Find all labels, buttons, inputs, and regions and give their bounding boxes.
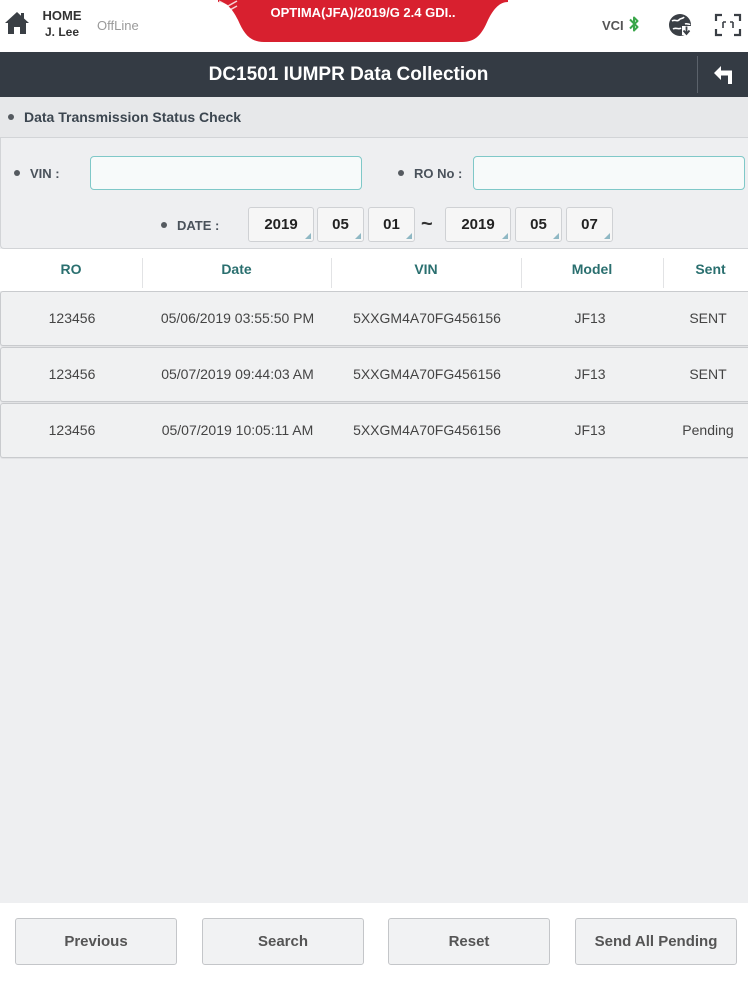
table-row[interactable]: 123456 05/06/2019 03:55:50 PM 5XXGM4A70F… bbox=[0, 291, 748, 346]
cell-ro: 123456 bbox=[48, 422, 96, 438]
ro-bullet bbox=[398, 170, 404, 176]
to-month-value: 05 bbox=[530, 216, 547, 233]
user-name: J. Lee bbox=[44, 25, 80, 39]
cell-date: 05/06/2019 03:55:50 PM bbox=[160, 310, 315, 326]
ro-no-input[interactable] bbox=[473, 156, 745, 190]
chevron-down-icon bbox=[218, 0, 238, 12]
cell-sent: SENT bbox=[689, 310, 727, 326]
section-bullet bbox=[8, 114, 14, 120]
dropdown-corner-icon bbox=[604, 233, 610, 239]
table-row[interactable]: 123456 05/07/2019 09:44:03 AM 5XXGM4A70F… bbox=[0, 347, 748, 402]
globe-download-icon[interactable] bbox=[667, 12, 693, 38]
previous-button[interactable]: Previous bbox=[15, 918, 177, 965]
dropdown-corner-icon bbox=[553, 233, 559, 239]
section-title: Data Transmission Status Check bbox=[24, 109, 242, 125]
cell-date: 05/07/2019 10:05:11 AM bbox=[161, 422, 314, 438]
dropdown-corner-icon bbox=[502, 233, 508, 239]
from-month-value: 05 bbox=[332, 216, 349, 233]
to-day-value: 07 bbox=[581, 216, 598, 233]
to-day-select[interactable]: 07 bbox=[566, 207, 613, 242]
main-content: Data Transmission Status Check VIN : RO … bbox=[0, 97, 748, 903]
from-day-select[interactable]: 01 bbox=[368, 207, 415, 242]
footer-bar: Previous Search Reset Send All Pending bbox=[0, 903, 748, 981]
cell-date: 05/07/2019 09:44:03 AM bbox=[161, 366, 314, 382]
reset-button[interactable]: Reset bbox=[388, 918, 550, 965]
connection-status: OffLine bbox=[97, 18, 139, 33]
table-header: RO Date VIN Model Sent bbox=[0, 249, 748, 291]
title-bar: DC1501 IUMPR Data Collection bbox=[0, 52, 748, 97]
return-arrow-icon bbox=[714, 66, 732, 84]
date-bullet bbox=[161, 222, 167, 228]
vehicle-label: OPTIMA(JFA)/2019/G 2.4 GDI.. bbox=[270, 5, 456, 20]
cell-ro: 123456 bbox=[48, 310, 96, 326]
home-icon[interactable] bbox=[4, 10, 30, 38]
cell-vin: 5XXGM4A70FG456156 bbox=[353, 366, 501, 382]
search-button[interactable]: Search bbox=[202, 918, 364, 965]
table-row[interactable]: 123456 05/07/2019 10:05:11 AM 5XXGM4A70F… bbox=[0, 403, 748, 458]
from-year-select[interactable]: 2019 bbox=[248, 207, 314, 242]
cell-model: JF13 bbox=[574, 366, 606, 382]
dropdown-corner-icon bbox=[355, 233, 361, 239]
date-label: DATE : bbox=[177, 218, 220, 233]
column-header-sent[interactable]: Sent bbox=[663, 249, 748, 291]
to-month-select[interactable]: 05 bbox=[515, 207, 562, 242]
send-all-pending-button[interactable]: Send All Pending bbox=[575, 918, 737, 965]
column-header-date[interactable]: Date bbox=[142, 249, 331, 291]
home-label-group[interactable]: HOME J. Lee bbox=[40, 8, 84, 40]
column-header-ro[interactable]: RO bbox=[0, 249, 142, 291]
to-year-select[interactable]: 2019 bbox=[445, 207, 511, 242]
cell-vin: 5XXGM4A70FG456156 bbox=[353, 310, 501, 326]
cell-model: JF13 bbox=[574, 310, 606, 326]
vin-label: VIN : bbox=[30, 166, 60, 181]
date-range-separator: ~ bbox=[421, 213, 433, 235]
cell-vin: 5XXGM4A70FG456156 bbox=[353, 422, 501, 438]
column-header-vin[interactable]: VIN bbox=[331, 249, 521, 291]
from-day-value: 01 bbox=[383, 216, 400, 233]
bluetooth-icon bbox=[629, 16, 639, 32]
ro-no-label: RO No : bbox=[414, 166, 463, 181]
page-title: DC1501 IUMPR Data Collection bbox=[208, 64, 489, 85]
dropdown-corner-icon bbox=[406, 233, 412, 239]
home-label: HOME bbox=[42, 8, 82, 23]
back-button[interactable] bbox=[698, 52, 748, 97]
cell-ro: 123456 bbox=[48, 366, 96, 382]
cell-model: JF13 bbox=[574, 422, 606, 438]
vin-input[interactable] bbox=[90, 156, 362, 190]
from-year-value: 2019 bbox=[264, 216, 298, 233]
column-header-model[interactable]: Model bbox=[521, 249, 663, 291]
dropdown-corner-icon bbox=[305, 233, 311, 239]
vehicle-selector[interactable]: OPTIMA(JFA)/2019/G 2.4 GDI.. bbox=[218, 0, 508, 44]
to-year-value: 2019 bbox=[461, 216, 495, 233]
vci-label: VCI bbox=[602, 18, 624, 33]
section-header: Data Transmission Status Check bbox=[0, 97, 748, 137]
vin-bullet bbox=[14, 170, 20, 176]
cell-sent: SENT bbox=[689, 366, 727, 382]
cell-sent: Pending bbox=[682, 422, 734, 438]
fit-screen-icon[interactable] bbox=[714, 13, 742, 37]
top-bar: HOME J. Lee OffLine OPTIMA(JFA)/2019/G 2… bbox=[0, 0, 748, 52]
from-month-select[interactable]: 05 bbox=[317, 207, 364, 242]
